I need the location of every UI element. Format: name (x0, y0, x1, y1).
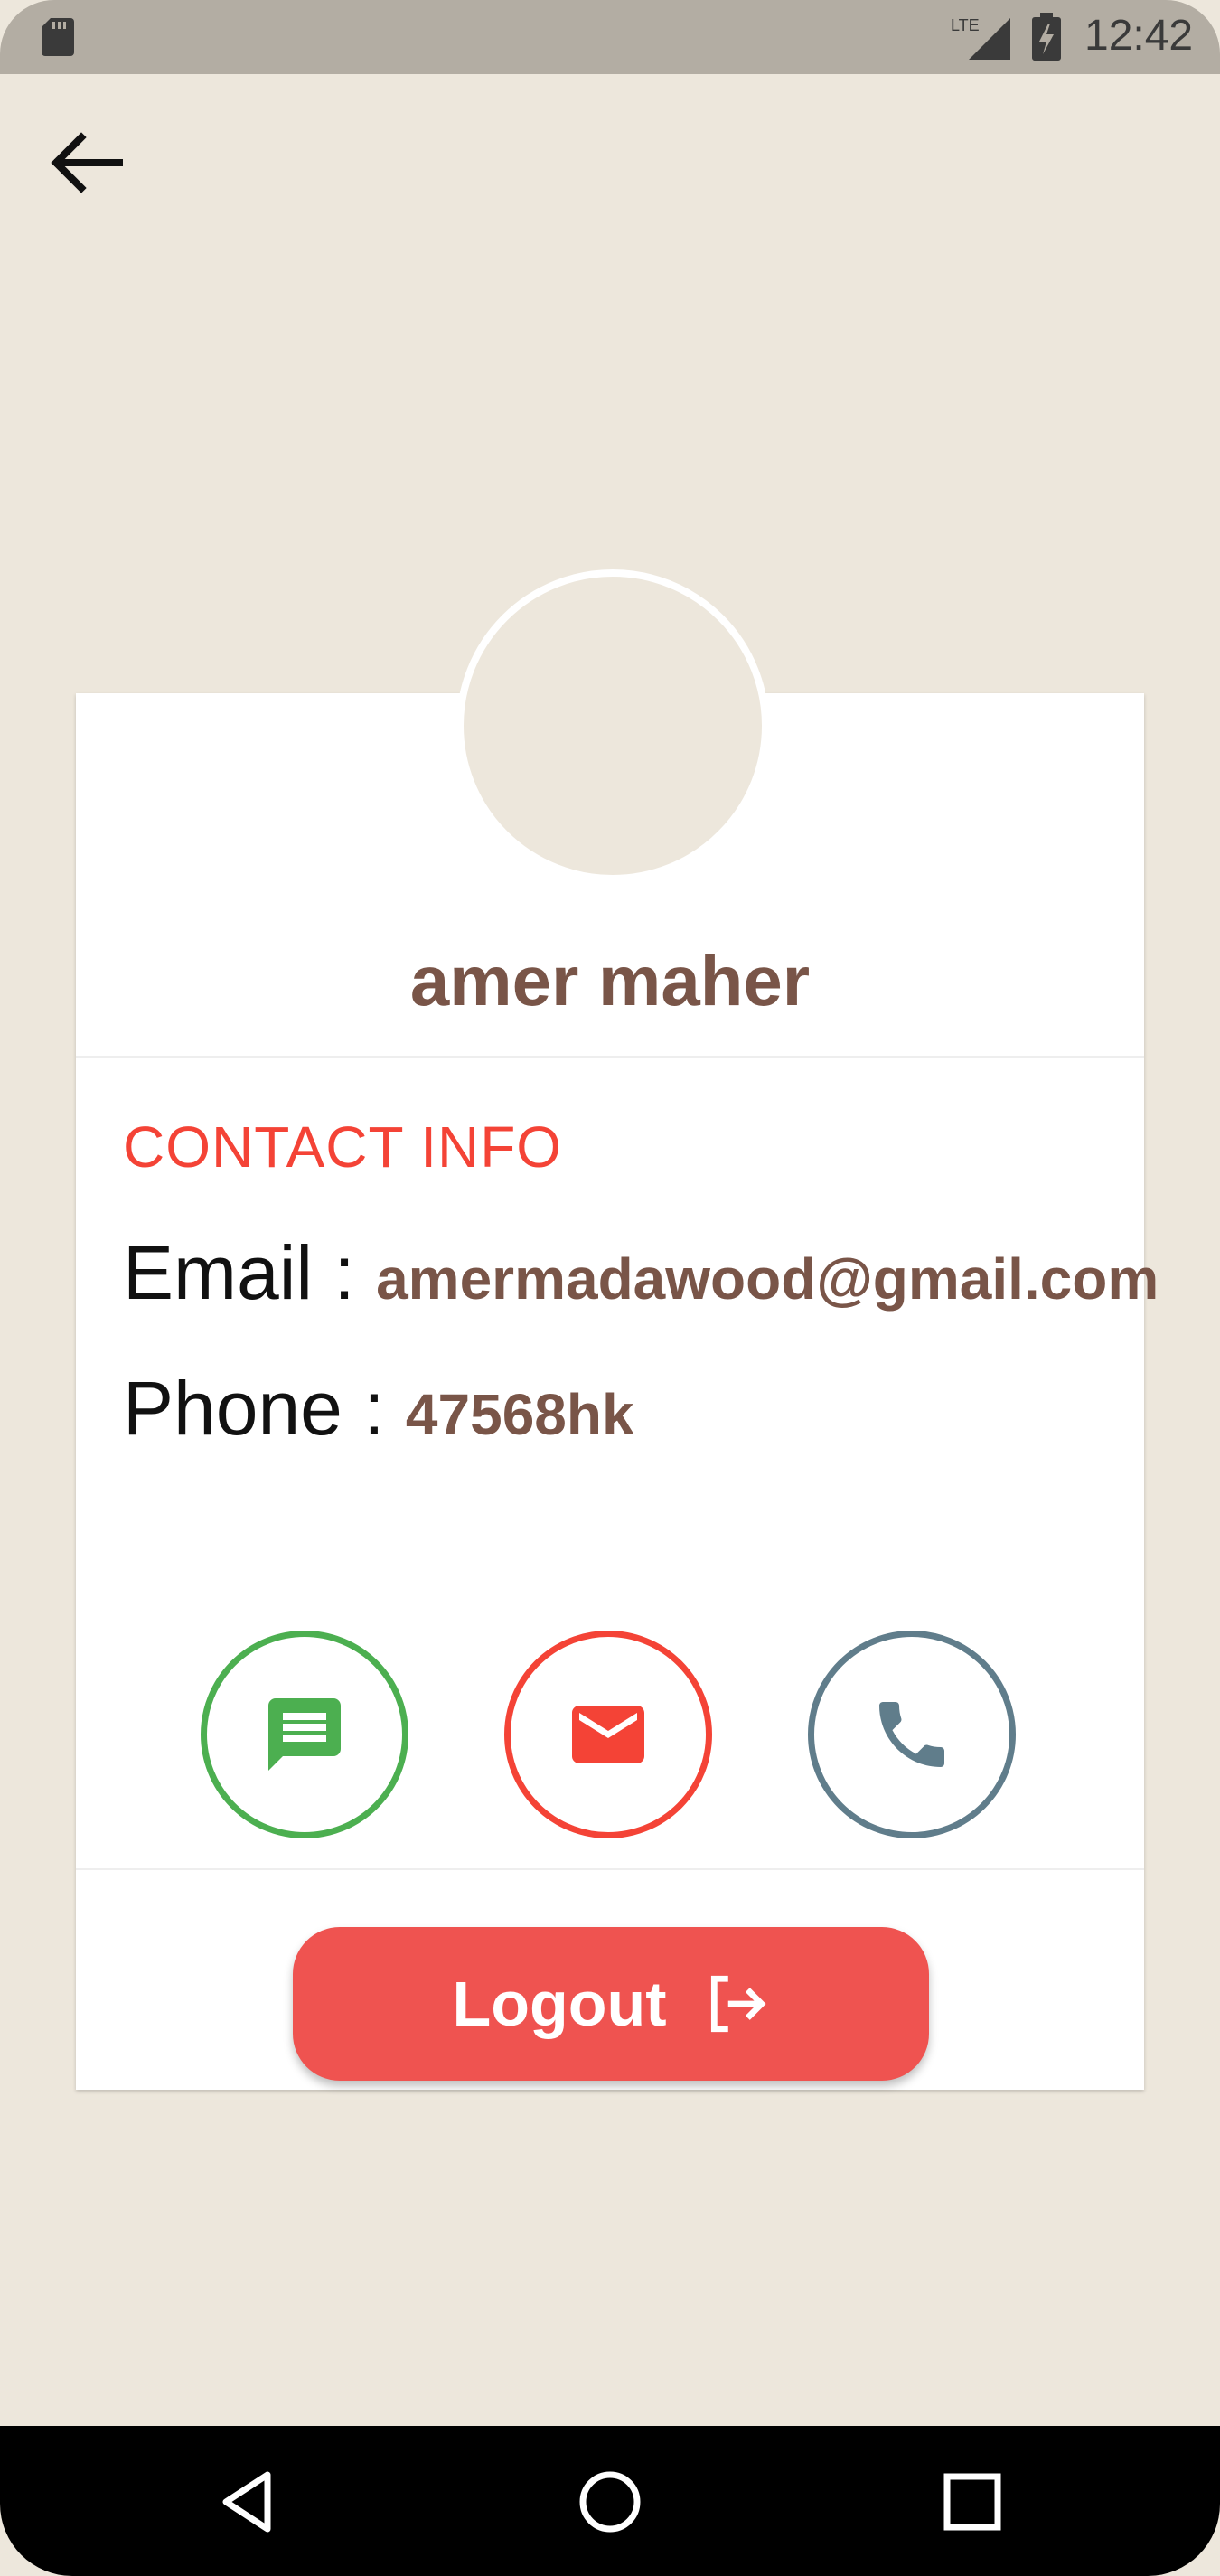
logout-icon (710, 1975, 766, 2033)
nav-back-button[interactable] (213, 2466, 286, 2538)
actions-divider (76, 1868, 1144, 1870)
nav-home-button[interactable] (574, 2466, 646, 2538)
nav-recents-button[interactable] (936, 2466, 1009, 2538)
lte-signal-icon: LTE (951, 16, 1010, 60)
nav-recents-icon (943, 2473, 1001, 2531)
nav-home-icon (579, 2471, 641, 2533)
status-time: 12:42 (1084, 12, 1194, 60)
phone-value: 47568hk (405, 1382, 634, 1447)
phone-icon (879, 1702, 944, 1767)
phone-button[interactable] (808, 1631, 1016, 1838)
back-arrow-icon (51, 132, 123, 193)
logout-button[interactable]: Logout (293, 1927, 929, 2081)
email-value: amermadawood@gmail.com (376, 1246, 1159, 1312)
message-button[interactable] (201, 1631, 408, 1838)
status-bar: LTE 12:42 (0, 0, 1220, 74)
contact-info-title: CONTACT INFO (123, 1114, 563, 1180)
email-button[interactable] (504, 1631, 712, 1838)
avatar (456, 569, 769, 882)
sd-card-icon (42, 18, 74, 56)
email-icon (572, 1706, 644, 1763)
network-label: LTE (951, 16, 980, 34)
phone-row: Phone : 47568hk (123, 1365, 634, 1453)
nav-back-icon (222, 2471, 271, 2533)
email-row: Email : amermadawood@gmail.com (123, 1229, 1159, 1317)
phone-label: Phone : (123, 1366, 406, 1451)
back-button[interactable] (45, 127, 127, 199)
email-label: Email : (123, 1230, 377, 1315)
name-divider (76, 1056, 1144, 1058)
logout-label: Logout (452, 1969, 667, 2039)
profile-name: amer maher (409, 941, 811, 1020)
message-icon (268, 1698, 341, 1771)
battery-charging-icon (1032, 13, 1061, 61)
